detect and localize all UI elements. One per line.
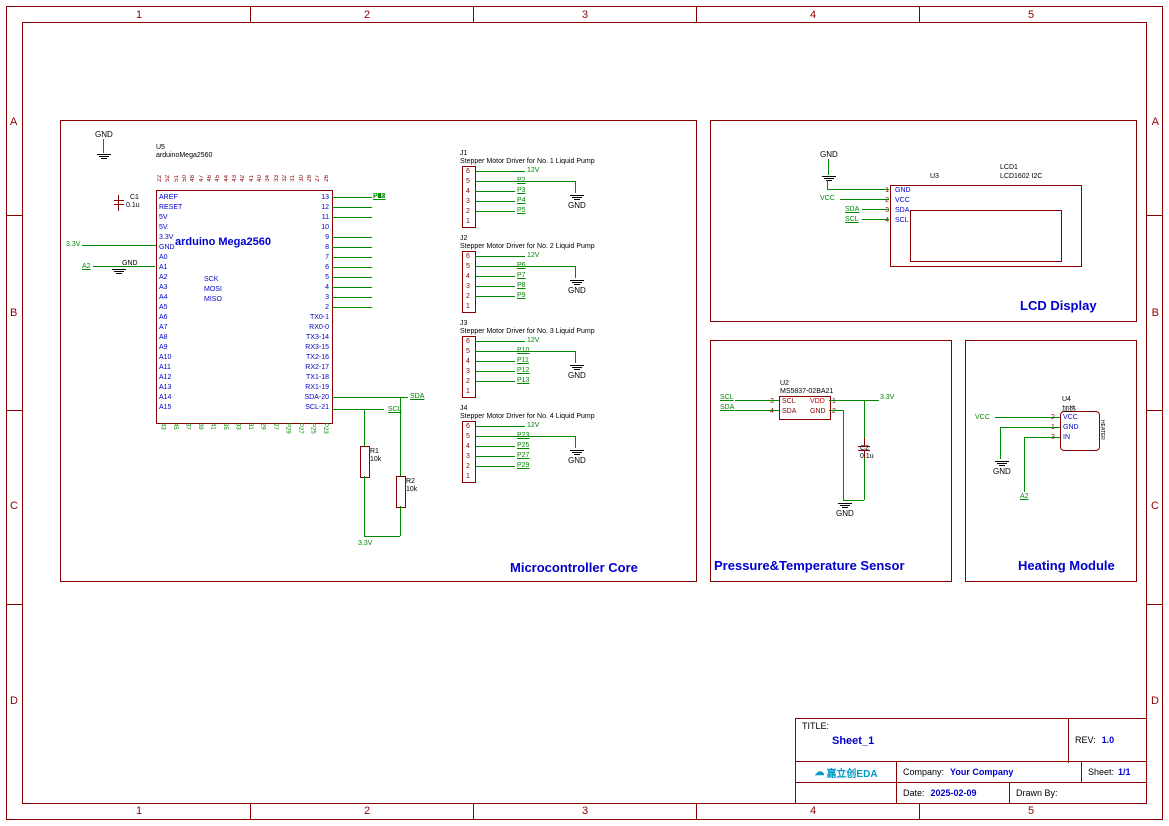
u4-ref: U4 (1062, 396, 1071, 403)
u2-n2: 2 (832, 407, 836, 417)
mcu-title: Microcontroller Core (510, 560, 638, 575)
net-sda-u2: SDA (720, 404, 734, 411)
rev-label: REV: (1075, 735, 1096, 745)
gnd-u2: GND (836, 502, 854, 518)
title-label: TITLE: (802, 721, 829, 731)
mcu-left-pins: AREFRESET5V5V.3.3VGNDA0A1A2A3A4A5A6A7A8A… (159, 193, 182, 413)
net-33v-u2: 3.3V (880, 394, 894, 401)
col-3-top: 3 (582, 9, 588, 21)
u2-vdd: VDD (810, 397, 825, 407)
u2-n1: 1 (832, 397, 836, 407)
net-vcc-lcd: VCC (820, 195, 835, 202)
net-sda-lcd: SDA (845, 206, 859, 213)
net-vcc-u4: VCC (975, 414, 990, 421)
col-5-top: 5 (1028, 9, 1034, 21)
u2-gnd: GND (810, 407, 826, 417)
lcd-nums: 1234 (879, 186, 889, 226)
gnd-symbol-1: GND (95, 130, 113, 160)
date-val: 2025-02-09 (931, 788, 977, 798)
lcd-ref: U3 (930, 173, 939, 180)
col-2-bot: 2 (364, 805, 370, 817)
u2-n3: 3 (770, 397, 774, 407)
logo: 嘉立创EDA (826, 765, 877, 780)
lcd-part: LCD1602 I2C (1000, 173, 1042, 180)
c2-sym (858, 438, 870, 459)
mcu-center: arduino Mega2560 (175, 237, 271, 247)
r2-sym (396, 476, 406, 508)
net-scl-lcd: SCL (845, 216, 859, 223)
row-b-l: B (10, 307, 17, 319)
sensor-block (710, 340, 952, 582)
lcd-pins: GNDVCCSDASCL (895, 186, 911, 226)
mcu-mid: SCKMOSIMISO (204, 275, 222, 305)
u5-part: arduinoMega2560 (156, 152, 212, 159)
row-a-l: A (10, 116, 17, 128)
col-2-top: 2 (364, 9, 370, 21)
mcu-top-pins: 2252515048474645444342414034333231302827… (156, 175, 331, 182)
u4-part2: HEATER (1099, 420, 1105, 440)
lcd-inner (910, 210, 1062, 262)
gnd-u4: GND (993, 460, 1011, 476)
sheet-val: 1/1 (1118, 767, 1131, 777)
u4-gnd: GND (1063, 423, 1079, 433)
gnd-left: GND (122, 260, 138, 267)
u4-vcc: VCC (1063, 413, 1078, 423)
lcd-label: LCD1 (1000, 164, 1018, 171)
row-c-r: C (1151, 500, 1159, 512)
net-33v-2: 3.3V (358, 540, 372, 547)
heater-block (965, 340, 1137, 582)
sheet-label: Sheet: (1088, 767, 1114, 777)
c1-ref: C1 (130, 194, 139, 201)
title-block: TITLE: Sheet_1 REV: 1.0 ☁嘉立创EDA Company:… (795, 718, 1147, 804)
row-d-l: D (10, 695, 18, 707)
sensor-title: Pressure&Temperature Sensor (714, 558, 905, 573)
u5-ref: U5 (156, 144, 165, 151)
net-scl-u2: SCL (720, 394, 734, 401)
u2-part: MS5837-02BA21 (780, 388, 833, 395)
drawn-label: Drawn By: (1016, 788, 1058, 798)
mcu-bot-pins: 43453739413533312927P29P27P25P23 (156, 423, 331, 434)
net-a2: A2 (82, 263, 91, 270)
r2-val: 10k (406, 486, 417, 493)
gnd-lcd: GND (820, 150, 838, 182)
rev-val: 1.0 (1102, 735, 1115, 745)
u2-sda: SDA (782, 407, 796, 417)
r1-val: 10k (370, 456, 381, 463)
u4-in: IN (1063, 433, 1070, 443)
mcu-right-pins: 1312111098765432TX0-1RX0-0TX3-14RX3-15TX… (293, 193, 329, 413)
row-c-l: C (10, 500, 18, 512)
u4-n1: 1 (1051, 423, 1055, 433)
u2-scl: SCL (782, 397, 796, 407)
r1-ref: R1 (370, 448, 379, 455)
col-1-bot: 1 (136, 805, 142, 817)
company-label: Company: (903, 767, 944, 777)
row-d-r: D (1151, 695, 1159, 707)
u4-n3: 3 (1051, 433, 1055, 443)
u2-ref: U2 (780, 380, 789, 387)
net-a2-u4: A2 (1020, 493, 1029, 500)
col-4-bot: 4 (810, 805, 816, 817)
u2-n4: 4 (770, 407, 774, 417)
r2-ref: R2 (406, 478, 415, 485)
col-3-bot: 3 (582, 805, 588, 817)
r1-sym (360, 446, 370, 478)
c1-sym (118, 195, 127, 211)
company-val: Your Company (950, 767, 1013, 777)
net-33v: 3.3V (66, 241, 80, 248)
date-label: Date: (903, 788, 925, 798)
u4-n2: 2 (1051, 413, 1055, 423)
heater-title: Heating Module (1018, 558, 1115, 573)
lcd-title: LCD Display (1020, 298, 1097, 313)
title-val: Sheet_1 (832, 735, 874, 747)
c1-val: 0.1u (126, 202, 140, 209)
col-5-bot: 5 (1028, 805, 1034, 817)
row-a-r: A (1152, 116, 1159, 128)
col-1-top: 1 (136, 9, 142, 21)
col-4-top: 4 (810, 9, 816, 21)
row-b-r: B (1152, 307, 1159, 319)
net-sda: SDA (410, 393, 424, 400)
